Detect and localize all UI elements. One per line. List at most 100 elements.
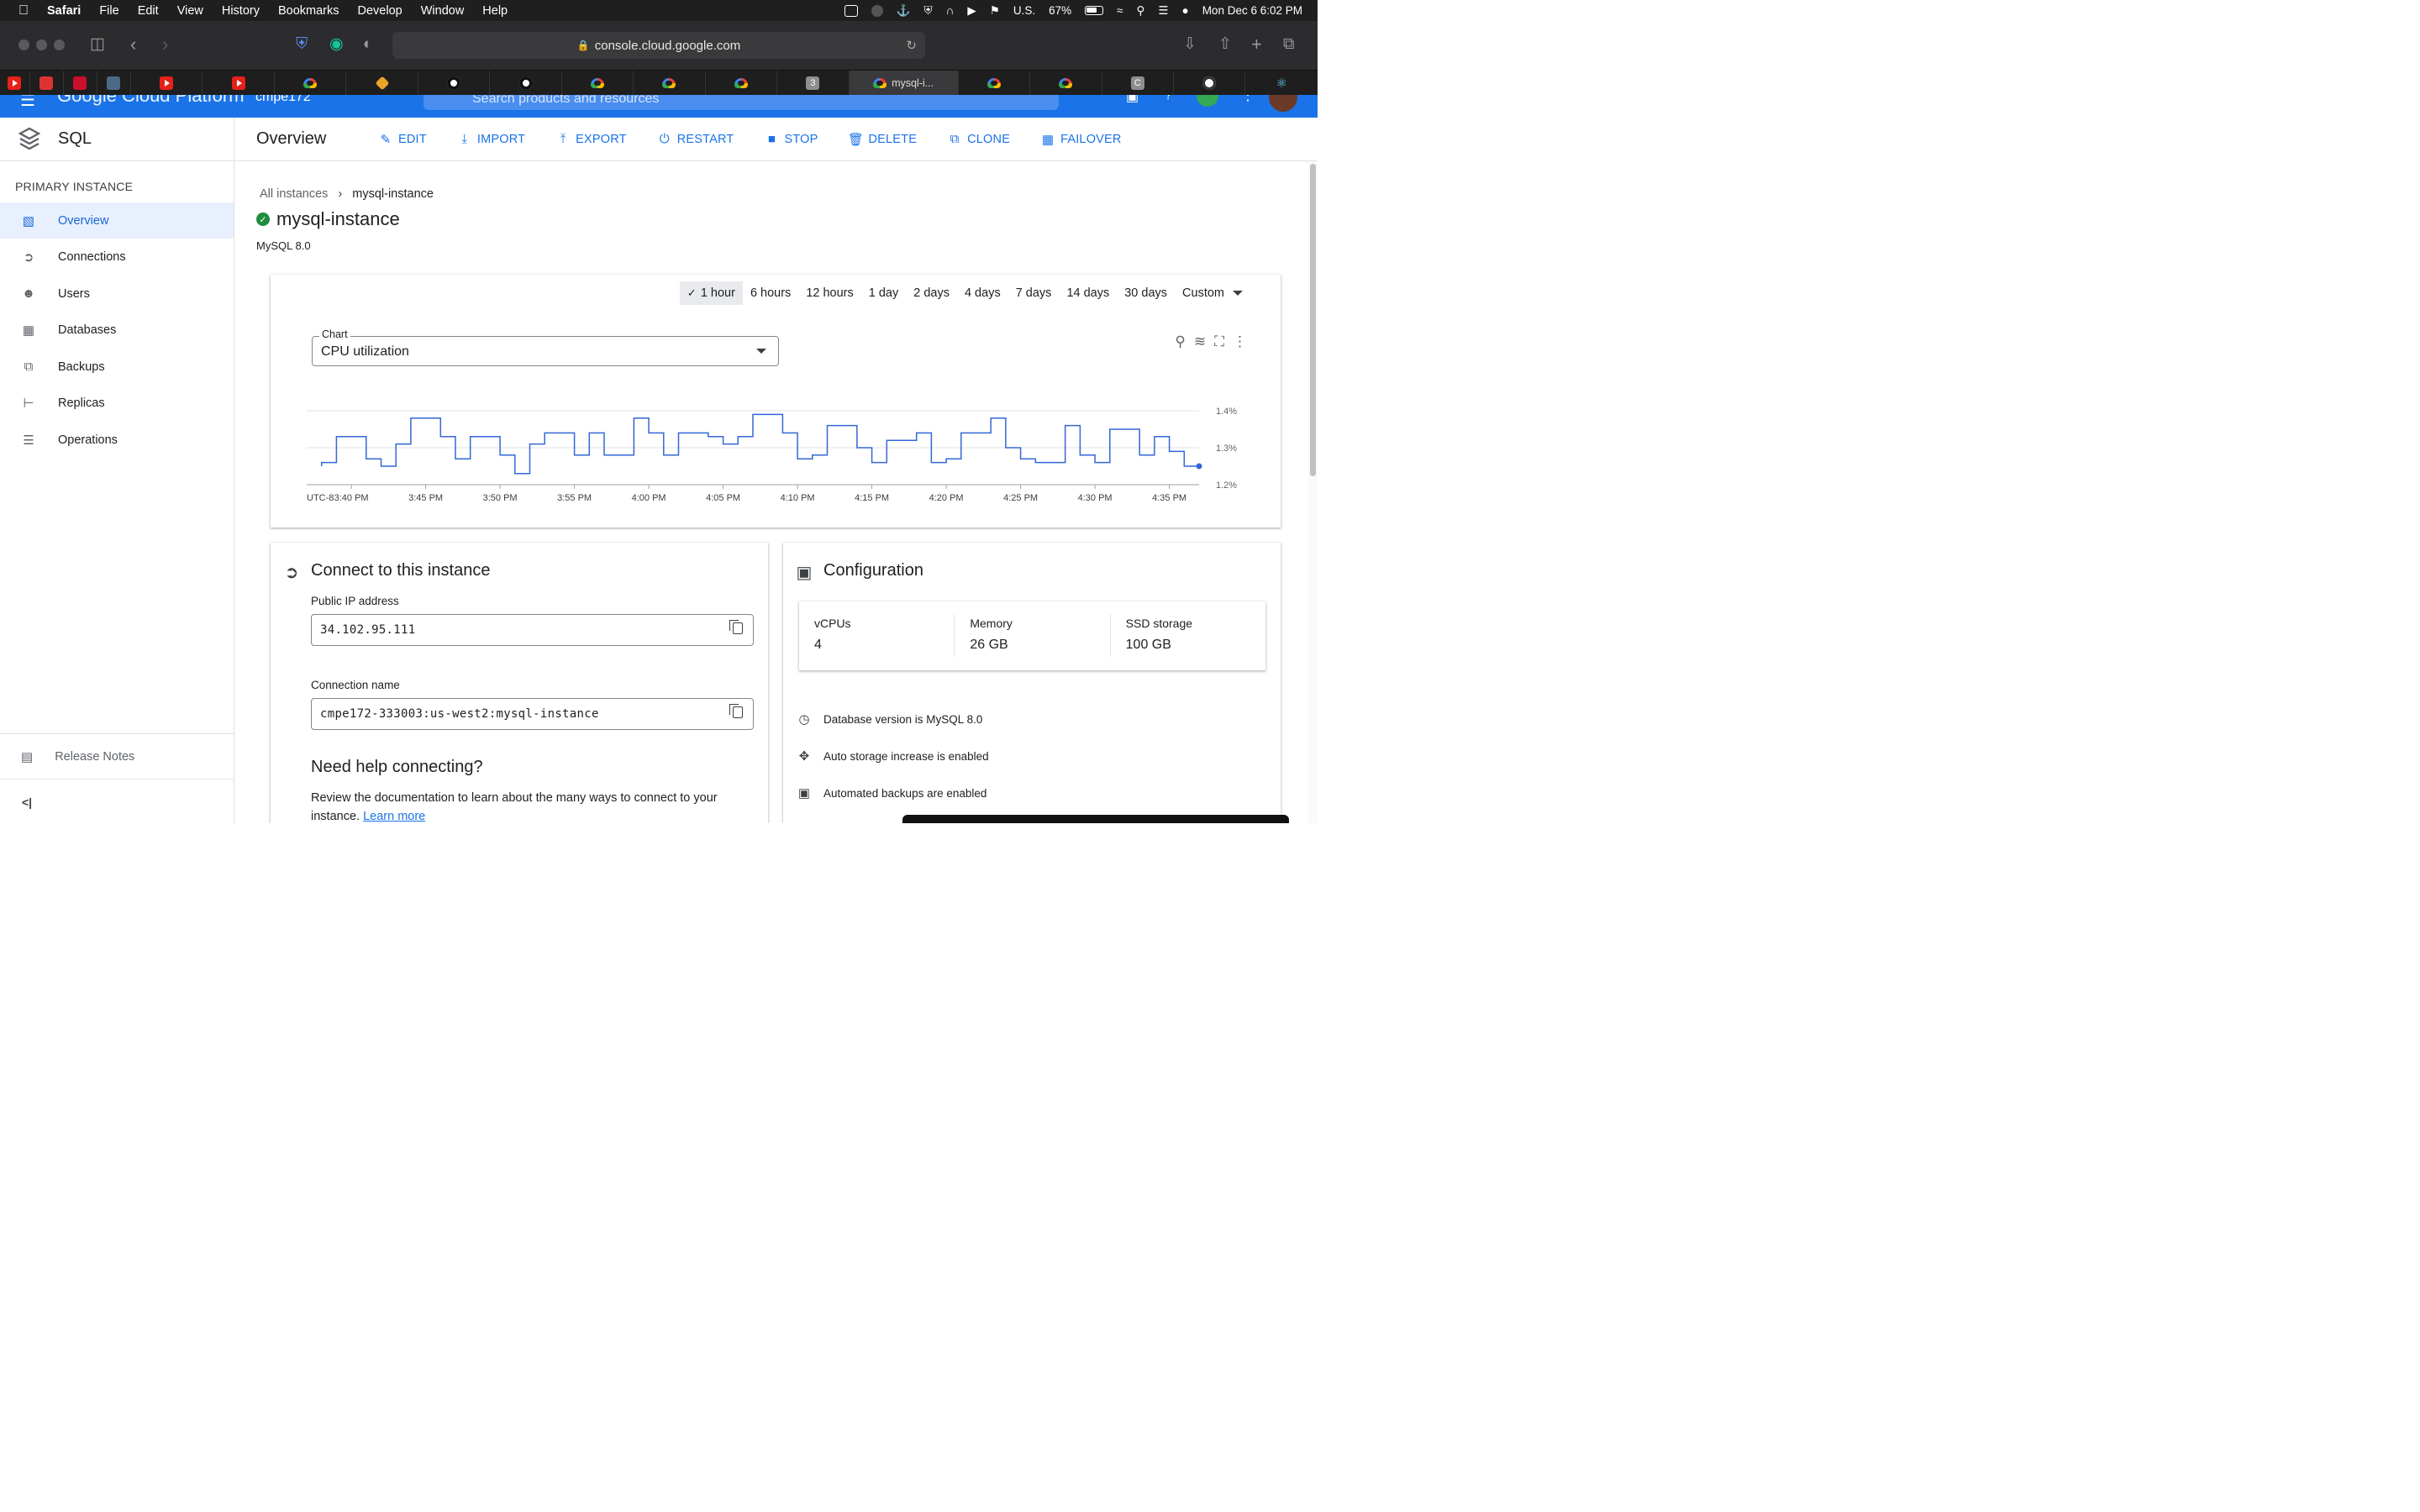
menu-help[interactable]: Help: [482, 4, 508, 18]
range-2-days[interactable]: 2 days: [906, 281, 957, 305]
sidebar-item-connections[interactable]: ➲ Connections: [0, 239, 234, 275]
project-selector[interactable]: cmpe172: [255, 95, 311, 105]
tab-github-2[interactable]: [490, 71, 562, 96]
range-custom-dropdown[interactable]: Custom: [1175, 281, 1250, 305]
grammarly-icon[interactable]: ◉: [329, 36, 344, 53]
tab-gcloud-4[interactable]: [706, 71, 778, 96]
airpods-icon[interactable]: ∩: [946, 4, 955, 17]
range-1-day[interactable]: 1 day: [861, 281, 906, 305]
sidebar-toggle-icon[interactable]: ◫: [90, 36, 105, 53]
zoom-window-button[interactable]: [54, 39, 65, 50]
menu-edit[interactable]: Edit: [138, 4, 159, 18]
sidebar-item-backups[interactable]: ⧉ Backups: [0, 349, 234, 385]
zoom-search-icon[interactable]: ⚲: [1175, 333, 1185, 350]
minimize-window-button[interactable]: [36, 39, 47, 50]
tab-github-1[interactable]: [418, 71, 491, 96]
gcp-brand[interactable]: Google Cloud Platform: [57, 95, 245, 107]
spotlight-icon[interactable]: ⚲: [1137, 4, 1145, 18]
menu-view[interactable]: View: [177, 4, 203, 18]
cpu-utilization-chart[interactable]: 1.2% 1.3% 1.4% UTC-8 3:40 PM 3:45 PM 3:50 PM 3:…: [271, 401, 1281, 518]
record-icon[interactable]: [871, 4, 883, 17]
tab-react[interactable]: ⚛: [1245, 71, 1317, 96]
shield-icon[interactable]: ⛨: [923, 4, 932, 18]
more-vert-icon[interactable]: ⋮: [1233, 333, 1247, 350]
forward-icon[interactable]: ›: [162, 35, 168, 54]
hamburger-menu-icon[interactable]: ☰: [20, 95, 35, 111]
range-14-days[interactable]: 14 days: [1059, 281, 1117, 305]
wifi-icon[interactable]: ≈: [1117, 4, 1123, 17]
fullscreen-icon[interactable]: ⛶: [1214, 333, 1224, 350]
help-icon[interactable]: ?: [1165, 95, 1172, 103]
sidebar-item-databases[interactable]: ▦ Databases: [0, 312, 234, 348]
reload-icon[interactable]: ↻: [906, 38, 917, 53]
range-12-hours[interactable]: 12 hours: [798, 281, 860, 305]
copy-icon[interactable]: [729, 620, 743, 634]
legend-toggle-icon[interactable]: ≋: [1194, 333, 1206, 350]
stop-button[interactable]: ■ STOP: [765, 132, 818, 146]
release-notes-link[interactable]: ▤ Release Notes: [0, 733, 234, 779]
failover-button[interactable]: ▦ FAILOVER: [1041, 133, 1122, 147]
chart-metric-select[interactable]: Chart CPU utilization: [312, 328, 779, 366]
tab-mysql-instance-active[interactable]: mysql-i...: [849, 71, 959, 96]
address-bar[interactable]: 🔒 console.cloud.google.com ↻: [392, 32, 925, 59]
clock[interactable]: Mon Dec 6 6:02 PM: [1202, 4, 1302, 17]
control-center-icon[interactable]: ☰: [1158, 4, 1168, 18]
pinned-tab-pdf[interactable]: [64, 71, 97, 96]
share-icon[interactable]: ⇧: [1218, 36, 1232, 53]
delete-button[interactable]: 🗑 DELETE: [848, 133, 918, 147]
export-button[interactable]: ⤒ EXPORT: [556, 132, 627, 146]
sidebar-item-operations[interactable]: ☰ Operations: [0, 422, 234, 458]
tracker-shield-icon[interactable]: ◐: [363, 36, 372, 53]
menu-history[interactable]: History: [222, 4, 260, 18]
docker-icon[interactable]: ⚓: [897, 4, 911, 18]
avatar[interactable]: [1269, 95, 1297, 112]
tab-youtube-2[interactable]: [203, 71, 275, 96]
sidebar-item-overview[interactable]: ▧ Overview: [0, 202, 234, 239]
notifications-icon[interactable]: [1197, 95, 1218, 107]
copy-icon[interactable]: [729, 704, 743, 718]
sidebar-item-replicas[interactable]: ⊢ Replicas: [0, 385, 234, 421]
menu-bookmarks[interactable]: Bookmarks: [278, 4, 339, 18]
tab-gcloud-3[interactable]: [634, 71, 706, 96]
restart-button[interactable]: ⏻ RESTART: [658, 132, 734, 146]
pinned-tab-youtube[interactable]: [0, 71, 30, 96]
cpu-series-line[interactable]: [320, 413, 1199, 475]
edit-button[interactable]: ✎ EDIT: [379, 133, 427, 147]
close-window-button[interactable]: [18, 39, 29, 50]
tab-bolt[interactable]: [346, 71, 418, 96]
collapse-sidebar-button[interactable]: <|: [0, 779, 234, 824]
tab-gcloud-1[interactable]: [275, 71, 347, 96]
play-icon[interactable]: ▶: [967, 4, 976, 18]
range-4-days[interactable]: 4 days: [957, 281, 1008, 305]
breadcrumb-all-instances[interactable]: All instances: [260, 187, 328, 201]
tab-c[interactable]: C: [1102, 71, 1174, 96]
siri-icon[interactable]: ●: [1182, 4, 1189, 17]
menu-develop[interactable]: Develop: [358, 4, 402, 18]
range-6-hours[interactable]: 6 hours: [743, 281, 798, 305]
tab-gcloud-5[interactable]: [959, 71, 1031, 96]
pinned-tab-stack[interactable]: [97, 71, 131, 96]
learn-more-link[interactable]: Learn more: [363, 810, 425, 823]
tab-gcloud-2[interactable]: [562, 71, 634, 96]
flag-icon[interactable]: ⚑: [990, 4, 1000, 18]
public-ip-field[interactable]: 34.102.95.111: [311, 614, 754, 646]
latest-point-marker[interactable]: [1196, 463, 1202, 470]
tab-gcloud-6[interactable]: [1030, 71, 1102, 96]
connection-name-field[interactable]: cmpe172-333003:us-west2:mysql-instance: [311, 698, 754, 730]
downloads-icon[interactable]: ⇩: [1183, 36, 1197, 53]
input-source-label[interactable]: U.S.: [1013, 4, 1035, 17]
sidebar-item-users[interactable]: ☻ Users: [0, 276, 234, 312]
import-button[interactable]: ⤓ IMPORT: [458, 132, 525, 146]
pinned-tab-red[interactable]: [30, 71, 64, 96]
new-tab-icon[interactable]: +: [1251, 35, 1262, 54]
page-scrollbar[interactable]: [1308, 161, 1318, 823]
battery-icon[interactable]: [1085, 6, 1104, 15]
menu-file[interactable]: File: [99, 4, 118, 18]
cloud-shell-icon[interactable]: ▣: [1126, 95, 1139, 105]
range-30-days[interactable]: 30 days: [1117, 281, 1175, 305]
search-bar[interactable]: Search products and resources: [424, 95, 1059, 110]
back-icon[interactable]: ‹: [130, 35, 136, 54]
tab-camera[interactable]: [1174, 71, 1246, 96]
menu-app-safari[interactable]: Safari: [47, 4, 81, 18]
clone-button[interactable]: ⧉ CLONE: [948, 132, 1010, 146]
